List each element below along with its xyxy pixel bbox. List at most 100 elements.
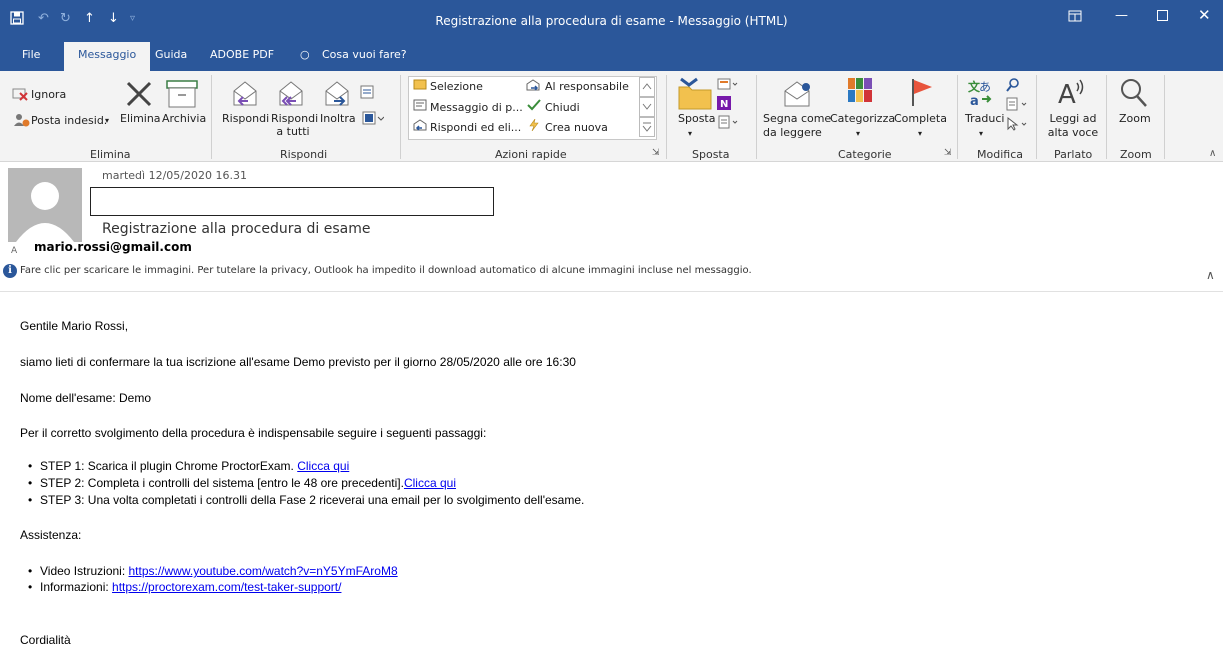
tab-adobe-pdf[interactable]: ADOBE PDF [210, 48, 274, 61]
rules-icon[interactable] [717, 77, 739, 94]
ribbon-tabs: File Messaggio Guida ADOBE PDF ○ Cosa vu… [0, 40, 1223, 71]
quick-step-rispondi-elimina[interactable]: Rispondi ed eli... [430, 121, 521, 134]
tab-file[interactable]: File [22, 48, 40, 61]
reply-all-icon [276, 79, 306, 112]
collapse-header-icon[interactable]: ∧ [1206, 268, 1215, 282]
archive-icon [166, 80, 198, 111]
ignore-icon [12, 87, 28, 104]
leggi-ad-alta-voce-button[interactable]: Leggi ad alta voce [1044, 112, 1102, 140]
group-label-parlato: Parlato [1054, 148, 1093, 161]
group-separator [400, 75, 401, 159]
junk-mail-icon [14, 113, 30, 130]
quick-step-messaggio[interactable]: Messaggio di p... [430, 101, 523, 114]
more-respond-icon[interactable] [360, 85, 374, 102]
zoom-icon [1120, 78, 1148, 111]
quick-step-crea-nuova[interactable]: Crea nuova [545, 121, 608, 134]
flag-icon [910, 77, 934, 110]
segna-da-leggere-button[interactable]: Segna come da leggere [763, 112, 831, 140]
group-separator [957, 75, 958, 159]
rispondi-button[interactable]: Rispondi [222, 112, 269, 125]
chevron-down-icon[interactable]: ▾ [918, 127, 922, 140]
quick-step-selezione[interactable]: Selezione [430, 80, 483, 93]
svg-text:N: N [720, 99, 728, 110]
message-header: martedì 12/05/2020 16.31 Registrazione a… [0, 162, 1223, 262]
message-date: martedì 12/05/2020 16.31 [102, 169, 247, 182]
step1-link[interactable]: Clicca qui [297, 459, 349, 473]
greeting: Gentile Mario Rossi, [20, 319, 129, 333]
list-item: Video Istruzioni: https://www.youtube.co… [28, 564, 398, 578]
im-reply-icon[interactable] [362, 111, 385, 128]
recipient-box [90, 187, 494, 216]
chevron-down-icon[interactable]: ▾ [856, 127, 860, 140]
list-item: Informazioni: https://proctorexam.com/te… [28, 580, 341, 594]
list-item: STEP 1: Scarica il plugin Chrome Proctor… [28, 459, 349, 473]
group-separator [756, 75, 757, 159]
forward-icon [322, 79, 352, 112]
reply-delete-icon [413, 119, 427, 134]
group-label-zoom: Zoom [1120, 148, 1152, 161]
quick-step-responsabile[interactable]: Al responsabile [545, 80, 629, 93]
to-manager-icon [526, 79, 540, 94]
tab-messaggio[interactable]: Messaggio [64, 42, 151, 71]
select-icon[interactable] [1006, 116, 1030, 134]
ribbon-display-options-icon[interactable] [1068, 10, 1082, 26]
dialog-launcher-icon[interactable]: ⇲ [944, 148, 952, 158]
posta-indesiderata-button[interactable]: Posta indesid. [31, 114, 107, 127]
step2-link[interactable]: Clicca qui [404, 476, 456, 490]
close-icon[interactable]: ✕ [1198, 6, 1211, 24]
list-item: STEP 3: Una volta completati i controlli… [28, 493, 584, 507]
read-aloud-icon: A [1058, 77, 1086, 110]
delete-icon [124, 79, 154, 112]
ignora-button[interactable]: Ignora [31, 88, 66, 101]
reply-icon [230, 79, 260, 112]
sposta-button[interactable]: Sposta [678, 112, 715, 125]
group-label-modifica: Modifica [977, 148, 1023, 161]
maximize-icon[interactable] [1157, 10, 1168, 25]
tab-guida[interactable]: Guida [155, 48, 187, 61]
tell-me-lightbulb-icon[interactable]: ○ [300, 48, 310, 61]
steps-intro: Per il corretto svolgimento della proced… [20, 426, 487, 440]
svg-text:a: a [970, 94, 979, 107]
archivia-button[interactable]: Archivia [162, 112, 206, 125]
chevron-down-icon[interactable]: ▾ [105, 114, 109, 127]
actions-icon[interactable] [718, 115, 740, 132]
blocked-images-infobar[interactable]: i Fare clic per scaricare le immagini. P… [0, 262, 1223, 292]
window-title: Registrazione alla procedura di esame - … [435, 14, 788, 28]
move-folder-icon [677, 77, 713, 114]
video-link[interactable]: https://www.youtube.com/watch?v=nY5YmFAr… [129, 564, 398, 578]
minimize-icon[interactable]: — [1115, 8, 1128, 23]
support-link[interactable]: https://proctorexam.com/test-taker-suppo… [112, 580, 341, 594]
completa-button[interactable]: Completa [894, 112, 947, 125]
chevron-down-icon[interactable]: ▾ [688, 127, 692, 140]
group-separator [1164, 75, 1165, 159]
message-subject: Registrazione alla procedura di esame [102, 221, 371, 237]
quick-step-chiudi[interactable]: Chiudi [545, 101, 580, 114]
mark-unread-icon [782, 79, 812, 112]
list-item: STEP 2: Completa i controlli del sistema… [28, 476, 456, 490]
chevron-down-icon[interactable]: ▾ [979, 127, 983, 140]
assistenza-heading: Assistenza: [20, 528, 82, 542]
inoltra-button[interactable]: Inoltra [320, 112, 356, 125]
dialog-launcher-icon[interactable]: ⇲ [652, 148, 660, 158]
checkmark-icon [527, 99, 541, 114]
traduci-button[interactable]: Traduci [965, 112, 1004, 125]
sender-address[interactable]: mario.rossi@gmail.com [34, 240, 192, 254]
elimina-button[interactable]: Elimina [120, 112, 161, 125]
related-icon[interactable] [1006, 97, 1030, 114]
collapse-ribbon-icon[interactable]: ∧ [1209, 147, 1216, 160]
group-separator [1036, 75, 1037, 159]
group-label-azioni-rapide: Azioni rapide [495, 148, 567, 161]
zoom-button[interactable]: Zoom [1119, 112, 1151, 125]
rispondi-tutti-button[interactable]: Rispondi a tutti [271, 112, 318, 138]
infobar-text[interactable]: Fare clic per scaricare le immagini. Per… [20, 265, 752, 276]
find-icon[interactable] [1005, 77, 1021, 96]
group-label-rispondi: Rispondi [280, 148, 328, 161]
categorizza-button[interactable]: Categorizza [830, 112, 895, 125]
onenote-icon[interactable]: N [716, 95, 732, 114]
scroll-up-icon[interactable] [639, 77, 655, 140]
svg-text:A: A [1058, 80, 1076, 107]
team-email-icon [413, 99, 427, 114]
title-bar: ↶ ↻ ↑ ↓ ▿ Registrazione alla procedura d… [0, 0, 1223, 40]
ribbon: Ignora Posta indesid. ▾ Elimina Archivia… [0, 71, 1223, 162]
tell-me-search[interactable]: Cosa vuoi fare? [322, 48, 407, 61]
